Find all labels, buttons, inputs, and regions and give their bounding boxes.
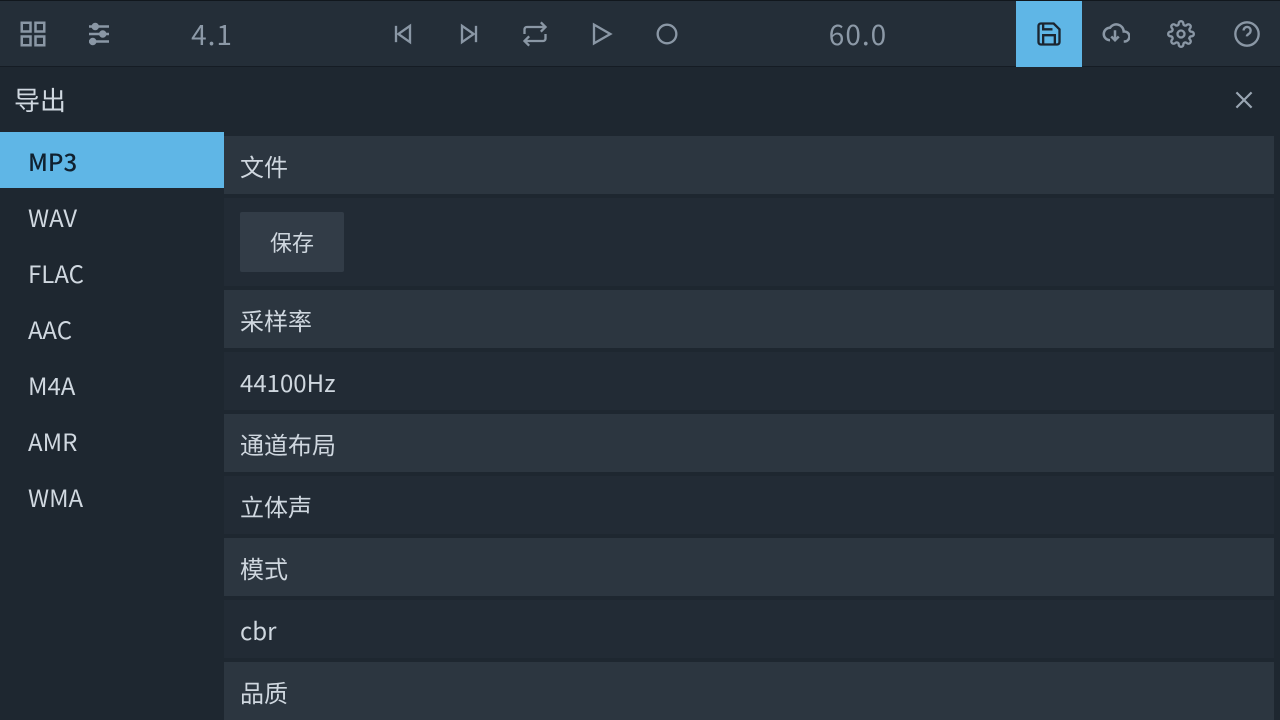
save-button-label: 保存 (270, 226, 314, 258)
sidebar-item-label: AMR (28, 423, 77, 458)
gear-icon[interactable] (1148, 1, 1214, 67)
samplerate-value[interactable]: 44100Hz (224, 352, 1274, 410)
sidebar-item-aac[interactable]: AAC (0, 300, 224, 356)
sidebar-item-label: WMA (28, 479, 83, 514)
sidebar-item-label: FLAC (28, 255, 84, 290)
section-header-file: 文件 (224, 136, 1274, 194)
save-button[interactable]: 保存 (240, 212, 344, 272)
file-button-row: 保存 (224, 198, 1274, 286)
export-header: 导出 (0, 66, 1280, 132)
loop-icon[interactable] (502, 1, 568, 67)
channels-value[interactable]: 立体声 (224, 476, 1274, 534)
right-number-display[interactable]: 60.0 (778, 14, 938, 54)
play-icon[interactable] (568, 1, 634, 67)
cloud-download-icon[interactable] (1082, 1, 1148, 67)
skip-end-icon[interactable] (436, 1, 502, 67)
left-number-display[interactable]: 4.1 (132, 14, 292, 54)
sidebar-item-flac[interactable]: FLAC (0, 244, 224, 300)
export-title: 导出 (14, 81, 66, 118)
section-header-channels: 通道布局 (224, 414, 1274, 472)
sidebar-item-m4a[interactable]: M4A (0, 356, 224, 412)
section-header-quality: 品质 (224, 662, 1274, 720)
sidebar-item-amr[interactable]: AMR (0, 412, 224, 468)
section-header-mode: 模式 (224, 538, 1274, 596)
format-sidebar: MP3 WAV FLAC AAC M4A AMR WMA (0, 132, 224, 720)
sidebar-item-label: M4A (28, 367, 75, 402)
samplerate-value-text: 44100Hz (240, 364, 335, 399)
skip-start-icon[interactable] (370, 1, 436, 67)
sliders-icon[interactable] (66, 1, 132, 67)
top-toolbar: 4.1 60.0 (0, 0, 1280, 66)
channels-value-text: 立体声 (240, 488, 312, 523)
sidebar-item-wav[interactable]: WAV (0, 188, 224, 244)
sidebar-item-label: MP3 (28, 143, 77, 178)
export-settings-panel: 文件 保存 采样率 44100Hz 通道布局 立体声 模式 cbr 品质 (224, 132, 1280, 720)
record-icon[interactable] (634, 1, 700, 67)
close-icon[interactable] (1224, 80, 1264, 120)
mode-value-text: cbr (240, 612, 276, 647)
section-header-samplerate: 采样率 (224, 290, 1274, 348)
save-icon[interactable] (1016, 1, 1082, 67)
mode-value[interactable]: cbr (224, 600, 1274, 658)
sidebar-item-wma[interactable]: WMA (0, 468, 224, 524)
help-icon[interactable] (1214, 1, 1280, 67)
sidebar-item-mp3[interactable]: MP3 (0, 132, 224, 188)
sidebar-item-label: WAV (28, 199, 77, 234)
sidebar-item-label: AAC (28, 311, 72, 346)
grid-icon[interactable] (0, 1, 66, 67)
